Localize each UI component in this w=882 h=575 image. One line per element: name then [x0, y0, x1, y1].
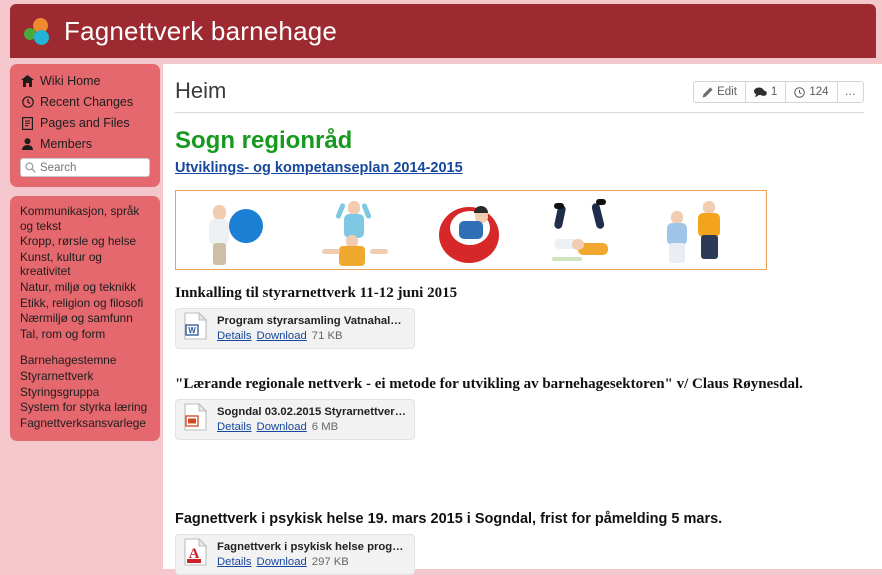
main-content: Heim Edit 1 124 … Sogn regionråd Utvikli…	[163, 64, 882, 575]
sidebar-group-link[interactable]: Fagnettverksansvarlege	[20, 416, 150, 431]
comment-icon	[753, 87, 767, 97]
file-size: 6 MB	[311, 420, 339, 433]
content-section: Innkalling til styrarnettverk 11-12 juni…	[175, 284, 864, 349]
banner-child-with-ball	[203, 195, 279, 267]
content-section: "Lærande regionale nettverk - ei metode …	[175, 375, 864, 440]
sidebar-nav-panel: Wiki Home Recent Changes Pages and Files…	[10, 64, 160, 187]
more-options-button[interactable]: …	[836, 81, 864, 103]
sidebar-topic-link[interactable]: Kropp, rørsle og helse	[20, 234, 150, 249]
sidebar-topic-link[interactable]: Tal, rom og form	[20, 327, 150, 342]
pencil-icon	[702, 86, 713, 97]
search-input[interactable]	[40, 161, 145, 174]
section-heading: Sogn regionråd	[175, 127, 353, 154]
clock-icon	[794, 86, 806, 98]
file-name: Sogndal 03.02.2015 Styrarnettverket - Læ…	[217, 405, 406, 418]
section-title: Innkalling til styrarnettverk 11-12 juni…	[175, 285, 458, 301]
sidebar-group-link[interactable]: Styringsgruppa	[20, 385, 150, 400]
sidebar-item-label: Recent Changes	[40, 95, 134, 109]
banner-child-in-red-bowl	[433, 195, 509, 267]
sidebar-topic-link[interactable]: Etikk, religion og filosofi	[20, 296, 150, 311]
puzzle-flowers-logo-icon	[24, 17, 54, 47]
sidebar-item-wiki-home[interactable]: Wiki Home	[20, 72, 150, 90]
details-link[interactable]: Details	[217, 555, 252, 570]
sidebar-item-recent-changes[interactable]: Recent Changes	[20, 93, 150, 111]
banner-children-lying-down	[548, 195, 624, 267]
page-file-icon	[20, 116, 35, 130]
word-document-icon: W	[184, 311, 210, 345]
edit-button-label: Edit	[717, 86, 737, 98]
sidebar-item-label: Pages and Files	[40, 116, 130, 130]
header-divider	[175, 112, 864, 113]
sidebar-item-members[interactable]: Members	[20, 135, 150, 153]
svg-text:W: W	[188, 326, 196, 335]
views-button[interactable]: 124	[785, 81, 837, 103]
plan-link[interactable]: Utviklings- og kompetanseplan 2014-2015	[175, 160, 463, 176]
section-title: Fagnettverk i psykisk helse 19. mars 201…	[175, 511, 723, 527]
page-header: Heim Edit 1 124 …	[175, 78, 864, 104]
children-playing-banner	[175, 190, 767, 270]
sidebar-topic-link[interactable]: Nærmiljø og samfunn	[20, 311, 150, 326]
section-title: "Lærande regionale nettverk - ei metode …	[175, 376, 803, 392]
sidebar-item-label: Members	[40, 137, 93, 151]
person-icon	[20, 138, 35, 150]
site-title: Fagnettverk barnehage	[64, 15, 338, 46]
edit-button[interactable]: Edit	[693, 81, 745, 103]
download-link[interactable]: Download	[257, 555, 307, 570]
download-link[interactable]: Download	[257, 329, 307, 344]
powerpoint-document-icon	[184, 402, 210, 436]
file-attachment-card[interactable]: W Program styrarsamling Vatnahalsen 11.-…	[175, 308, 415, 349]
file-name: Program styrarsamling Vatnahalsen 11.-…	[217, 314, 406, 327]
clock-icon	[20, 96, 35, 108]
download-link[interactable]: Download	[257, 420, 307, 435]
views-count: 124	[809, 86, 829, 98]
sidebar: Wiki Home Recent Changes Pages and Files…	[10, 64, 160, 450]
more-options-label: …	[844, 86, 857, 98]
sidebar-topic-link[interactable]: Natur, miljø og teknikk	[20, 280, 150, 295]
banner-children-arms-up	[318, 195, 394, 267]
page-title: Heim	[175, 78, 227, 103]
banner-two-children-standing	[663, 195, 739, 267]
content-section: Fagnettverk i psykisk helse 19. mars 201…	[175, 510, 864, 575]
sidebar-topic-link[interactable]: Kunst, kultur og kreativitet	[20, 250, 150, 279]
file-size: 297 KB	[311, 555, 349, 568]
sidebar-group-link[interactable]: Styrarnettverk	[20, 369, 150, 384]
sidebar-item-pages-and-files[interactable]: Pages and Files	[20, 114, 150, 132]
file-size: 71 KB	[311, 329, 343, 342]
site-header: Fagnettverk barnehage	[10, 4, 876, 58]
comments-button[interactable]: 1	[744, 81, 786, 103]
page-actions-toolbar: Edit 1 124 …	[693, 81, 864, 103]
pdf-document-icon: A	[184, 537, 210, 571]
comments-count: 1	[770, 86, 778, 98]
sidebar-group-link[interactable]: Barnehagestemne	[20, 353, 150, 368]
search-box[interactable]	[20, 158, 150, 177]
sidebar-divider	[20, 342, 150, 353]
file-name: Fagnettverk i psykisk helse program 19.0…	[217, 540, 406, 553]
file-attachment-card[interactable]: Sogndal 03.02.2015 Styrarnettverket - Læ…	[175, 399, 415, 440]
details-link[interactable]: Details	[217, 420, 252, 435]
sidebar-group-link[interactable]: System for styrka læring	[20, 400, 150, 415]
sidebar-item-label: Wiki Home	[40, 74, 101, 88]
home-icon	[20, 75, 35, 87]
sidebar-links-panel: Kommunikasjon, språk og tekst Kropp, rør…	[10, 196, 160, 442]
sidebar-topic-link[interactable]: Kommunikasjon, språk og tekst	[20, 204, 150, 233]
search-icon	[25, 162, 36, 173]
details-link[interactable]: Details	[217, 329, 252, 344]
